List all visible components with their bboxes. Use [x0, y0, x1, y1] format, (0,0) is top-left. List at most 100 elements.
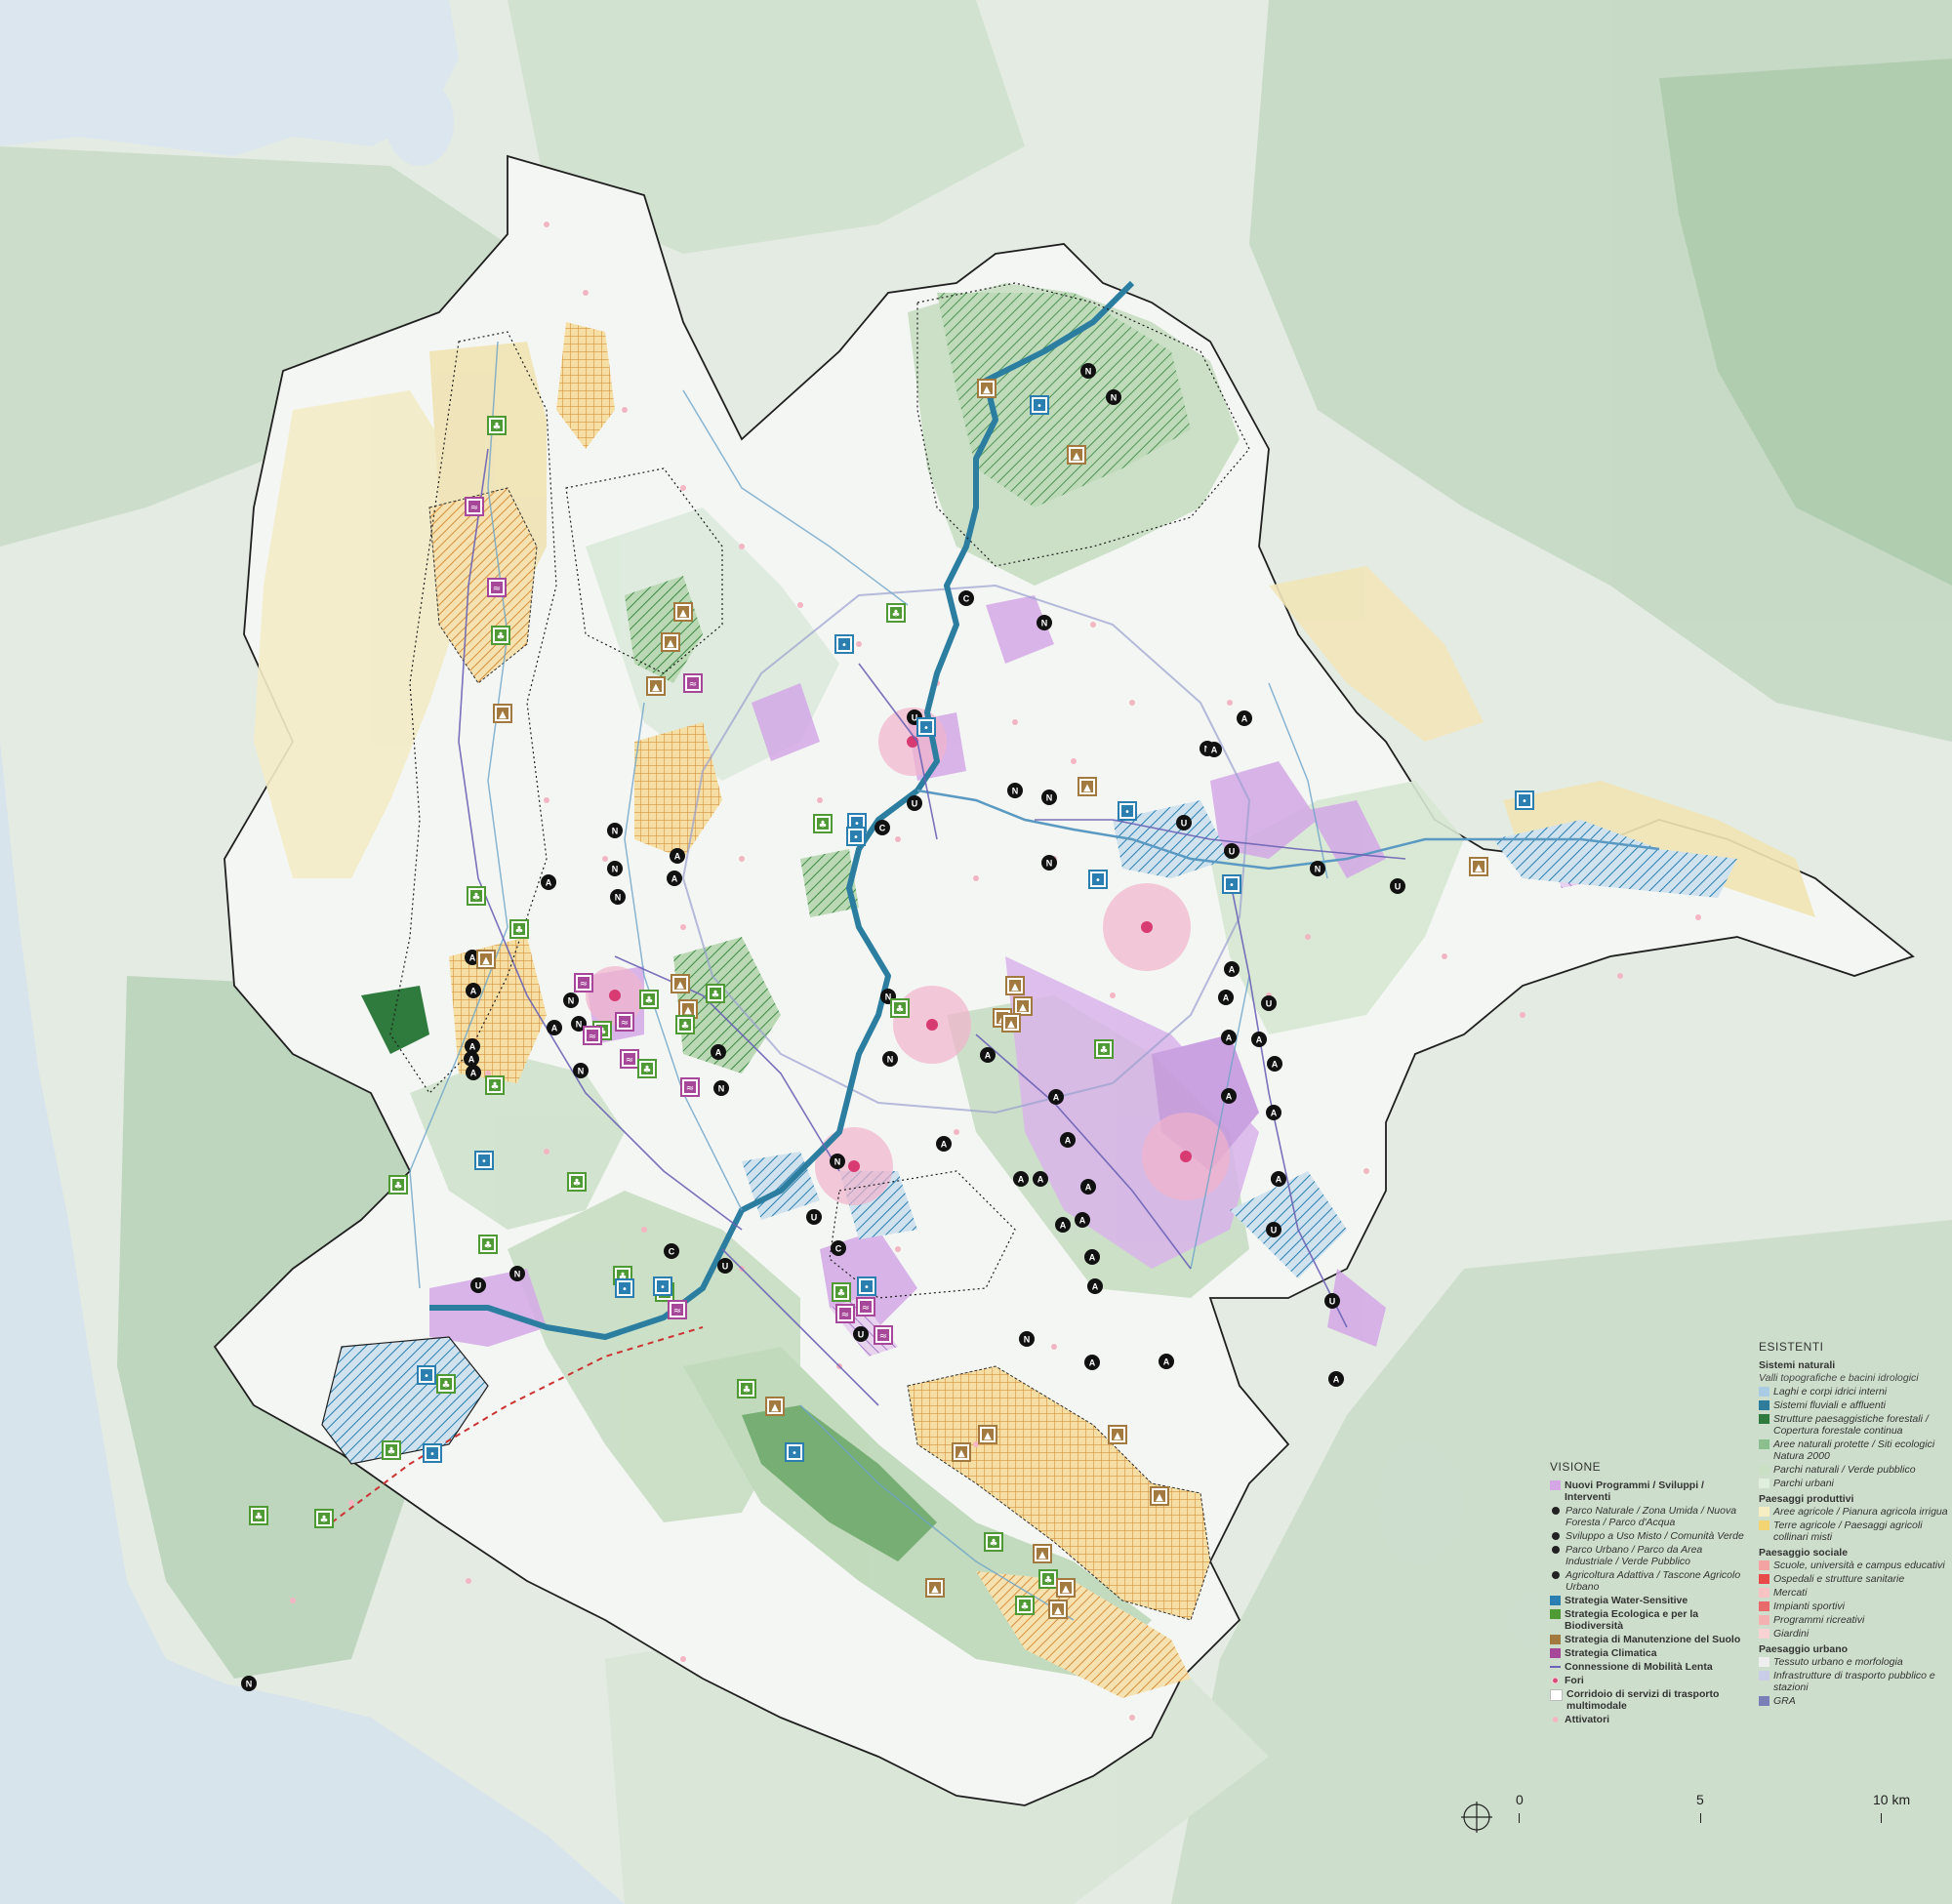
- marker-pin-u[interactable]: U: [1324, 1293, 1340, 1309]
- soil-icon[interactable]: ▲: [671, 974, 690, 993]
- marker-pin-n[interactable]: N: [610, 889, 626, 905]
- marker-pin-n[interactable]: N: [1037, 615, 1052, 630]
- marker-pin-a[interactable]: A: [1159, 1354, 1174, 1369]
- tree-icon[interactable]: ♣: [436, 1374, 456, 1394]
- water-icon[interactable]: •: [474, 1151, 494, 1170]
- marker-pin-u[interactable]: U: [1261, 995, 1277, 1011]
- soil-icon[interactable]: ▲: [673, 602, 693, 622]
- soil-icon[interactable]: ▲: [476, 950, 496, 969]
- tree-icon[interactable]: ♣: [491, 626, 510, 645]
- marker-pin-a[interactable]: A: [1237, 710, 1252, 726]
- marker-pin-a[interactable]: A: [466, 983, 481, 998]
- marker-pin-n[interactable]: N: [241, 1676, 257, 1691]
- water-icon[interactable]: •: [857, 1276, 876, 1296]
- marker-pin-a[interactable]: A: [466, 1065, 481, 1080]
- marker-pin-a[interactable]: A: [670, 848, 685, 864]
- tree-icon[interactable]: ♣: [1038, 1569, 1058, 1589]
- water-icon[interactable]: •: [846, 827, 866, 846]
- soil-icon[interactable]: ▲: [925, 1578, 945, 1598]
- soil-icon[interactable]: ▲: [646, 676, 666, 696]
- soil-icon[interactable]: ▲: [1150, 1486, 1169, 1506]
- heat-icon[interactable]: ≈: [583, 1026, 602, 1045]
- water-icon[interactable]: •: [916, 717, 936, 737]
- marker-pin-a[interactable]: A: [1087, 1278, 1103, 1294]
- water-icon[interactable]: •: [653, 1276, 672, 1296]
- marker-pin-n[interactable]: N: [1019, 1331, 1035, 1347]
- marker-pin-a[interactable]: A: [1084, 1355, 1100, 1370]
- tree-icon[interactable]: ♣: [832, 1282, 851, 1302]
- water-icon[interactable]: •: [1515, 790, 1534, 810]
- marker-pin-a[interactable]: A: [541, 874, 556, 890]
- marker-pin-u[interactable]: U: [1176, 815, 1192, 830]
- marker-pin-a[interactable]: A: [1048, 1089, 1064, 1105]
- marker-pin-u[interactable]: U: [470, 1277, 486, 1293]
- marker-pin-c[interactable]: C: [831, 1240, 846, 1256]
- marker-pin-n[interactable]: N: [1007, 783, 1023, 798]
- tree-icon[interactable]: ♣: [567, 1172, 587, 1192]
- marker-pin-a[interactable]: A: [980, 1047, 996, 1063]
- marker-pin-a[interactable]: A: [1221, 1030, 1237, 1045]
- heat-icon[interactable]: ≈: [856, 1297, 875, 1317]
- water-icon[interactable]: •: [615, 1278, 634, 1298]
- marker-pin-a[interactable]: A: [1218, 990, 1234, 1005]
- heat-icon[interactable]: ≈: [615, 1012, 634, 1032]
- soil-icon[interactable]: ▲: [1469, 857, 1488, 876]
- soil-icon[interactable]: ▲: [661, 632, 680, 652]
- tree-icon[interactable]: ♣: [706, 984, 725, 1003]
- heat-icon[interactable]: ≈: [683, 673, 703, 693]
- marker-pin-a[interactable]: A: [1084, 1249, 1100, 1265]
- tree-icon[interactable]: ♣: [467, 886, 486, 906]
- water-icon[interactable]: •: [1030, 395, 1049, 415]
- marker-pin-u[interactable]: U: [1224, 843, 1240, 859]
- marker-pin-u[interactable]: U: [853, 1326, 869, 1342]
- marker-pin-a[interactable]: A: [1013, 1171, 1029, 1187]
- marker-pin-a[interactable]: A: [1055, 1217, 1071, 1233]
- soil-icon[interactable]: ▲: [978, 1425, 997, 1444]
- marker-pin-a[interactable]: A: [1075, 1212, 1090, 1228]
- marker-pin-n[interactable]: N: [563, 993, 579, 1008]
- soil-icon[interactable]: ▲: [493, 704, 512, 723]
- tree-icon[interactable]: ♣: [1094, 1039, 1114, 1059]
- tree-icon[interactable]: ♣: [249, 1506, 268, 1525]
- marker-pin-a[interactable]: A: [1080, 1179, 1096, 1195]
- soil-icon[interactable]: ▲: [1013, 996, 1033, 1016]
- marker-pin-n[interactable]: N: [509, 1266, 525, 1281]
- water-icon[interactable]: •: [1222, 874, 1241, 894]
- heat-icon[interactable]: ≈: [874, 1325, 893, 1345]
- marker-pin-a[interactable]: A: [1221, 1088, 1237, 1104]
- soil-icon[interactable]: ▲: [952, 1442, 971, 1462]
- marker-pin-a[interactable]: A: [1251, 1032, 1267, 1047]
- tree-icon[interactable]: ♣: [890, 998, 910, 1018]
- heat-icon[interactable]: ≈: [620, 1049, 639, 1069]
- tree-icon[interactable]: ♣: [388, 1175, 408, 1195]
- marker-pin-a[interactable]: A: [1266, 1105, 1281, 1120]
- tree-icon[interactable]: ♣: [485, 1075, 505, 1095]
- marker-pin-c[interactable]: C: [664, 1243, 679, 1259]
- marker-pin-a[interactable]: A: [464, 1051, 479, 1067]
- marker-pin-n[interactable]: N: [882, 1051, 898, 1067]
- marker-pin-n[interactable]: N: [1080, 363, 1096, 379]
- soil-icon[interactable]: ▲: [977, 379, 996, 398]
- marker-pin-a[interactable]: A: [1328, 1371, 1344, 1387]
- marker-pin-n[interactable]: N: [713, 1080, 729, 1096]
- tree-icon[interactable]: ♣: [675, 1015, 695, 1034]
- water-icon[interactable]: •: [1088, 870, 1108, 889]
- tree-icon[interactable]: ♣: [637, 1059, 657, 1078]
- marker-pin-u[interactable]: U: [806, 1209, 822, 1225]
- marker-pin-n[interactable]: N: [1310, 861, 1325, 876]
- marker-pin-a[interactable]: A: [1060, 1132, 1076, 1148]
- tree-icon[interactable]: ♣: [813, 814, 833, 833]
- marker-pin-a[interactable]: A: [711, 1044, 726, 1060]
- marker-pin-a[interactable]: A: [1267, 1056, 1282, 1072]
- marker-pin-u[interactable]: U: [907, 795, 922, 811]
- water-icon[interactable]: •: [785, 1442, 804, 1462]
- heat-icon[interactable]: ≈: [574, 973, 593, 993]
- marker-pin-a[interactable]: A: [547, 1020, 562, 1035]
- soil-icon[interactable]: ▲: [1108, 1425, 1127, 1444]
- tree-icon[interactable]: ♣: [382, 1440, 401, 1460]
- heat-icon[interactable]: ≈: [668, 1300, 687, 1319]
- heat-icon[interactable]: ≈: [465, 497, 484, 516]
- marker-pin-u[interactable]: U: [1266, 1222, 1281, 1237]
- marker-pin-n[interactable]: N: [1041, 855, 1057, 871]
- tree-icon[interactable]: ♣: [886, 603, 906, 623]
